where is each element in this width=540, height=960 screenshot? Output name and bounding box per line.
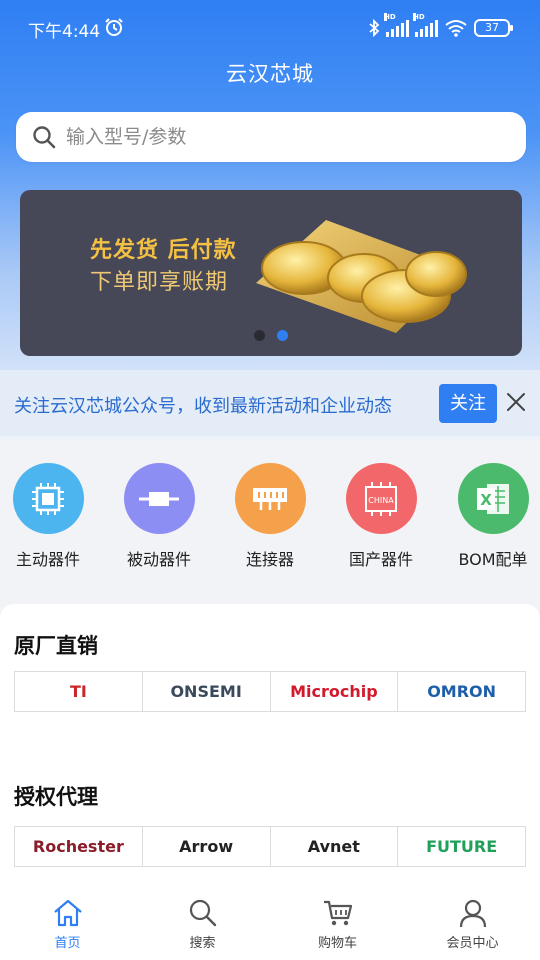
close-icon[interactable]: [504, 390, 528, 414]
chip-icon: [12, 463, 84, 534]
wifi-icon: [445, 20, 467, 37]
category-label: 连接器: [245, 550, 294, 569]
category-active-components[interactable]: 主动器件: [0, 458, 98, 570]
home-icon: [53, 899, 82, 927]
authorized-brand-row: Rochester Arrow Avnet FUTURE: [14, 826, 526, 867]
china-chip-icon: CHINA: [345, 463, 417, 534]
banner-subline: 下单即享账期: [90, 270, 229, 295]
section-title-authorized: 授权代理: [14, 785, 98, 809]
search-input[interactable]: [66, 126, 506, 148]
resistor-icon: [123, 463, 195, 534]
tab-label: 搜索: [189, 936, 216, 951]
category-grid: 主动器件 被动器件 连接器 CHINA 国产器件 X BOM配单: [0, 458, 540, 578]
bluetooth-icon: [369, 19, 380, 37]
china-chip-text: CHINA: [368, 496, 394, 505]
category-label: 国产器件: [348, 550, 413, 569]
tab-label: 首页: [54, 936, 81, 951]
tab-search[interactable]: 搜索: [135, 884, 270, 960]
category-label: BOM配单: [458, 550, 528, 569]
notice-text: 关注云汉芯城公众号，收到最新活动和企业动态: [14, 396, 392, 417]
user-icon: [459, 899, 486, 928]
status-time: 下午4:44: [28, 22, 101, 42]
pagination-dot[interactable]: [254, 330, 265, 341]
banner-headline: 先发货 后付款: [90, 238, 237, 263]
signal-icon-1: HD: [384, 13, 409, 37]
factory-brand-row: TI ONSEMI Microchip OMRON: [14, 671, 526, 712]
brand-omron[interactable]: OMRON: [398, 672, 525, 711]
status-icons: HD HD 37: [368, 13, 513, 40]
excel-icon: X: [457, 463, 529, 534]
category-label: 主动器件: [15, 550, 80, 569]
alarm-clock-icon: [105, 18, 123, 36]
bottom-tab-bar: 首页 搜索 购物车 会员中心: [0, 884, 540, 960]
status-bar: 下午4:44 HD HD 37: [0, 0, 540, 56]
follow-button[interactable]: 关注: [439, 384, 497, 423]
brand-arrow[interactable]: Arrow: [143, 827, 271, 866]
brand-ti[interactable]: TI: [15, 672, 143, 711]
category-label: 被动器件: [126, 550, 191, 569]
connector-icon: [234, 463, 306, 534]
category-connectors[interactable]: 连接器: [220, 458, 320, 570]
page-title: 云汉芯城: [226, 62, 314, 86]
gold-coins-card-image: [256, 220, 467, 333]
tab-label: 购物车: [317, 936, 357, 951]
brand-avnet[interactable]: Avnet: [271, 827, 399, 866]
promo-banner[interactable]: 先发货 后付款 下单即享账期: [20, 190, 522, 356]
brand-onsemi[interactable]: ONSEMI: [143, 672, 271, 711]
search-icon: [189, 899, 216, 927]
category-domestic-components[interactable]: CHINA 国产器件: [331, 458, 431, 570]
signal-icon-2: HD: [413, 13, 438, 37]
category-bom[interactable]: X BOM配单: [443, 458, 540, 570]
category-passive-components[interactable]: 被动器件: [109, 458, 209, 570]
search-icon: [33, 126, 56, 149]
pagination-dot-active[interactable]: [277, 330, 288, 341]
section-title-factory-direct: 原厂直销: [14, 634, 98, 658]
tab-cart[interactable]: 购物车: [270, 884, 405, 960]
brand-microchip[interactable]: Microchip: [271, 672, 399, 711]
brand-panel: 原厂直销 TI ONSEMI Microchip OMRON 授权代理 Roch…: [0, 604, 540, 884]
tab-member-center[interactable]: 会员中心: [405, 884, 540, 960]
tab-home[interactable]: 首页: [0, 884, 135, 960]
banner-pagination: [254, 330, 288, 341]
battery-indicator: 37: [474, 19, 513, 37]
brand-future[interactable]: FUTURE: [398, 827, 525, 866]
brand-rochester[interactable]: Rochester: [15, 827, 143, 866]
cart-icon: [323, 900, 352, 926]
tab-label: 会员中心: [446, 936, 499, 951]
follow-notice-bar: 关注云汉芯城公众号，收到最新活动和企业动态 关注: [0, 370, 540, 436]
search-bar[interactable]: [16, 112, 526, 162]
excel-badge-text: X: [480, 491, 492, 509]
